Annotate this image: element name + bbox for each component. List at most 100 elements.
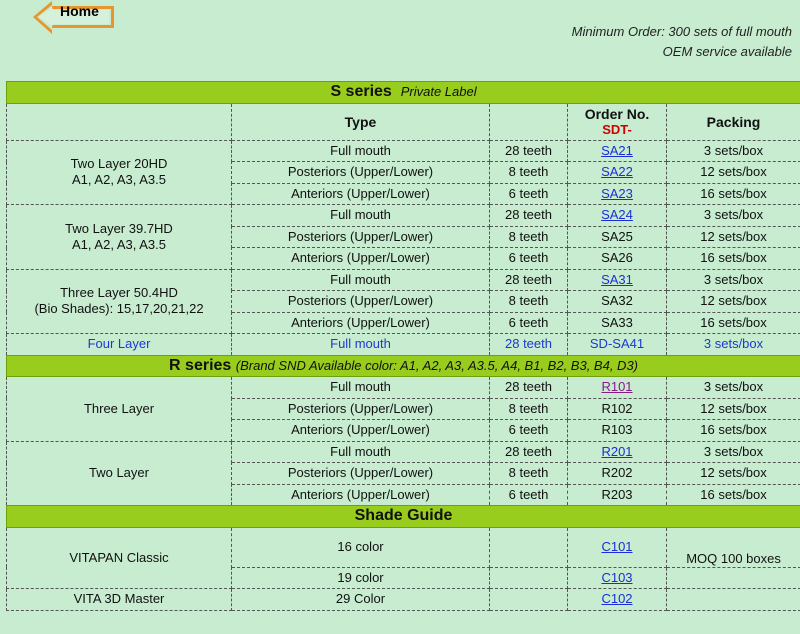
teeth-count: 6 teeth (508, 185, 549, 201)
teeth-cell (489, 566, 568, 589)
table-row: Two Layer 20HD A1, A2, A3, A3.5 Full mouth… (6, 139, 800, 205)
packing-cell: MOQ 100 boxes (665, 526, 800, 568)
order-link[interactable]: SA24 (601, 207, 633, 222)
type-cell: Full mouth (231, 333, 490, 356)
product-line: Four Layer (87, 336, 151, 352)
type-label: Anteriors (Upper/Lower) (291, 422, 430, 438)
home-label[interactable]: Home (60, 3, 99, 19)
table-row: Two Layer 39.7HD A1, A2, A3, A3.5 Full mou… (6, 204, 800, 270)
packing-cell: 16 sets/box (665, 419, 800, 442)
order-cell: SA32 (567, 290, 667, 313)
type-cell: Posteriors (Upper/Lower) (231, 290, 490, 313)
packing-label: 16 sets/box (700, 314, 767, 330)
table-row: Three Layer Full mouth 28 teeth R101 3 sets/… (6, 376, 800, 442)
type-cell: Full mouth (231, 204, 490, 227)
type-label: Full mouth (330, 443, 391, 459)
teeth-cell: 28 teeth (489, 268, 568, 291)
order-link[interactable]: SA22 (601, 164, 633, 179)
header-order: Order No. SDT- (567, 102, 667, 141)
type-label: Posteriors (Upper/Lower) (287, 293, 434, 309)
home-button[interactable]: Home (30, 0, 120, 38)
product-line: Three Layer 50.4HD (60, 285, 178, 301)
teeth-count: 28 teeth (505, 379, 552, 395)
teeth-count: 6 teeth (508, 486, 549, 502)
order-cell[interactable]: R201 (567, 440, 667, 463)
order-link[interactable]: SA21 (601, 143, 633, 158)
order-number: SA32 (601, 293, 633, 309)
packing-cell (665, 566, 800, 589)
order-cell: SA26 (567, 247, 667, 270)
order-link[interactable]: R101 (601, 379, 632, 394)
order-link[interactable]: C101 (601, 539, 632, 554)
packing-label: 3 sets/box (703, 336, 764, 352)
packing-label: 12 sets/box (700, 164, 767, 180)
header-type-label: Type (344, 113, 377, 130)
order-cell: SD-SA41 (567, 333, 667, 356)
type-label: Posteriors (Upper/Lower) (287, 400, 434, 416)
shade-guide-header: Shade Guide (5, 505, 800, 528)
order-link[interactable]: C102 (601, 591, 632, 606)
order-number: SA25 (601, 228, 633, 244)
order-cell[interactable]: SA31 (567, 268, 667, 291)
type-label: Anteriors (Upper/Lower) (291, 314, 430, 330)
type-cell: Full mouth (231, 268, 490, 291)
product-shades: A1, A2, A3, A3.5 (72, 236, 166, 252)
type-cell: Posteriors (Upper/Lower) (231, 397, 490, 420)
table-row: Three Layer 50.4HD (Bio Shades): 15,17,20… (6, 268, 800, 334)
order-link[interactable]: SA23 (601, 186, 633, 201)
teeth-cell: 8 teeth (489, 397, 568, 420)
packing-cell: 3 sets/box (665, 376, 800, 399)
packing-cell: 3 sets/box (665, 333, 800, 356)
teeth-count: 8 teeth (508, 293, 549, 309)
type-cell: 16 color (231, 526, 490, 568)
teeth-cell: 6 teeth (489, 182, 568, 205)
product-line: Two Layer 39.7HD (65, 220, 173, 236)
order-cell: R202 (567, 462, 667, 485)
order-cell[interactable]: SA23 (567, 182, 667, 205)
type-label: Full mouth (330, 207, 391, 223)
teeth-count: 8 teeth (508, 164, 549, 180)
order-cell[interactable]: C101 (567, 526, 667, 568)
teeth-count: 8 teeth (508, 228, 549, 244)
order-number: SD-SA41 (589, 336, 645, 352)
product-name: VITA 3D Master (6, 588, 232, 611)
order-number: R202 (601, 465, 633, 481)
teeth-cell: 6 teeth (489, 247, 568, 270)
order-cell[interactable]: SA24 (567, 204, 667, 227)
teeth-cell: 28 teeth (489, 204, 568, 227)
order-cell[interactable]: C103 (567, 566, 667, 589)
packing-cell: 3 sets/box (665, 268, 800, 291)
type-label: 16 color (337, 539, 384, 554)
order-number: R203 (601, 486, 633, 502)
product-name: Two Layer 39.7HD A1, A2, A3, A3.5 (6, 204, 232, 270)
teeth-cell: 6 teeth (489, 419, 568, 442)
header-packing: Packing (665, 102, 800, 141)
teeth-cell (489, 588, 568, 611)
header-type: Type (231, 102, 490, 141)
product-line: Two Layer (89, 465, 149, 481)
section-title: R series (169, 356, 232, 374)
packing-cell: 16 sets/box (665, 247, 800, 270)
teeth-cell: 6 teeth (489, 483, 568, 506)
product-line: Two Layer 20HD (70, 156, 168, 172)
order-cell[interactable]: SA21 (567, 139, 667, 162)
packing-label: 16 sets/box (700, 422, 767, 438)
packing-label: 16 sets/box (700, 486, 767, 502)
minimum-order-note: Minimum Order: 300 sets of full mouth (571, 24, 792, 39)
product-line: VITAPAN Classic (69, 549, 169, 565)
order-link[interactable]: SA31 (601, 272, 633, 287)
product-name: VITAPAN Classic (6, 526, 232, 589)
order-link[interactable]: R201 (601, 444, 632, 459)
order-cell[interactable]: SA22 (567, 161, 667, 184)
teeth-cell: 6 teeth (489, 311, 568, 334)
teeth-count: 6 teeth (508, 250, 549, 266)
s-series-title-cell: S series Private Label (5, 81, 800, 104)
order-cell[interactable]: R101 (567, 376, 667, 399)
packing-label: 3 sets/box (703, 443, 764, 459)
order-cell[interactable]: C102 (567, 588, 667, 611)
order-link[interactable]: C103 (601, 570, 632, 585)
teeth-count: 6 teeth (508, 314, 549, 330)
type-cell: Full mouth (231, 376, 490, 399)
packing-label: 12 sets/box (700, 400, 767, 416)
table-row: VITAPAN Classic 16 color C101 MOQ 100 boxes (6, 526, 800, 589)
